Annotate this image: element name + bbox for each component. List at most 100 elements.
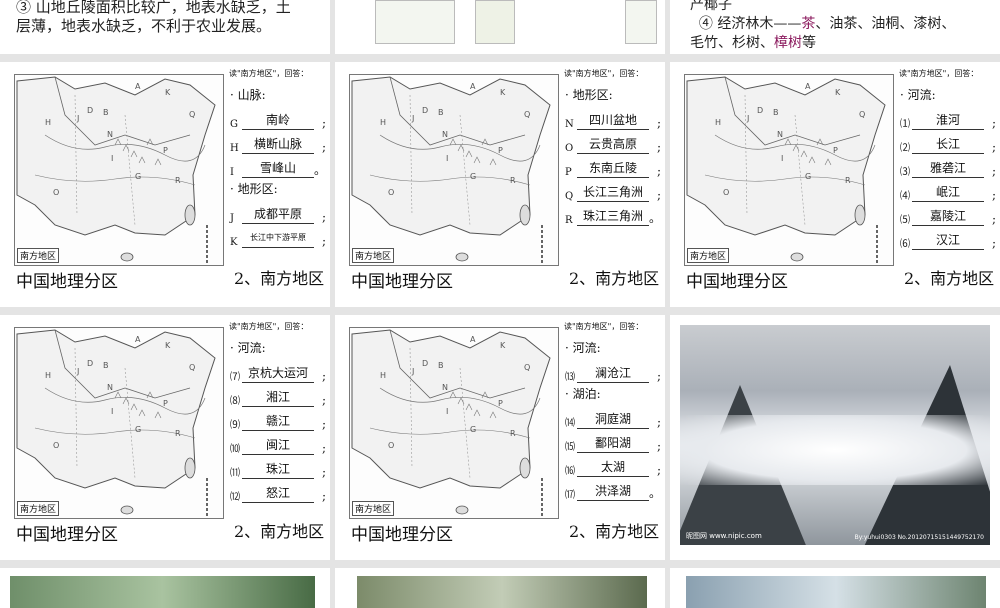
answer-value: 珠江三角洲: [577, 207, 649, 226]
answer-row: ⑴ 淮河 ;: [900, 106, 996, 130]
slide-subtitle: 2、南方地区: [904, 269, 995, 288]
slide-thumbnail[interactable]: 产椰子 ④ 经济林木——茶、油茶、油桐、漆树、 毛竹、杉树、樟树等: [670, 0, 1000, 54]
answer-row: ⒃ 太湖 ;: [565, 453, 661, 477]
answer-value: 淮河: [912, 111, 984, 130]
map-fragment-image: [475, 0, 515, 44]
answer-punct: ;: [656, 439, 661, 453]
svg-text:J: J: [411, 114, 414, 123]
answer-value: 洪泽湖: [577, 482, 649, 501]
question-heading: 读"南方地区"，回答：: [564, 69, 644, 78]
answer-punct: ;: [321, 369, 326, 383]
svg-text:Q: Q: [189, 110, 195, 119]
answer-punct: ;: [991, 188, 996, 202]
map-fragment-image: [625, 0, 657, 44]
svg-text:A: A: [135, 335, 141, 344]
svg-text:K: K: [500, 88, 506, 97]
answer-value: 东南丘陵: [577, 159, 649, 178]
answer-value: 云贵高原: [577, 135, 649, 154]
answer-key: Q: [565, 191, 574, 202]
answer-row: P 东南丘陵 ;: [565, 154, 661, 178]
answer-row: I 雪峰山 。: [230, 154, 326, 178]
svg-text:D: D: [422, 106, 428, 115]
svg-text:K: K: [500, 341, 506, 350]
answer-row: ⑸ 嘉陵江 ;: [900, 202, 996, 226]
slide-thumbnail[interactable]: [670, 568, 1000, 608]
answer-punct: 。: [649, 211, 662, 225]
svg-text:G: G: [470, 425, 476, 434]
section-title: · 湖泊:: [565, 387, 601, 401]
svg-text:H: H: [45, 371, 51, 380]
slide-thumbnail[interactable]: 昵图网 www.nipic.com By:yuhui0303 No.201207…: [670, 315, 1000, 560]
answer-punct: ;: [321, 116, 326, 130]
svg-text:K: K: [165, 341, 171, 350]
landscape-photo: [357, 576, 647, 608]
answer-punct: ;: [321, 210, 326, 224]
svg-text:A: A: [805, 82, 811, 91]
answer-value: 南岭: [242, 111, 314, 130]
south-china-map: A K D J B N I P Q G O R H 南方地区: [684, 74, 894, 266]
svg-text:R: R: [175, 429, 181, 438]
svg-text:J: J: [411, 367, 414, 376]
answer-key: ⑽: [230, 444, 240, 455]
section-title: · 地形区:: [230, 182, 278, 196]
answer-punct: ;: [656, 140, 661, 154]
answer-key: J: [230, 213, 235, 224]
map-label: 南方地区: [17, 248, 60, 263]
slide-thumbnail[interactable]: A K D J B N I P Q G O R H 南方地区 读"南方地区"，回答： · 河流: ⑴…: [670, 62, 1000, 307]
south-china-map: A K D J B N I P Q G O R H 南方地区: [14, 327, 224, 519]
slide-thumbnail[interactable]: A K D J B N I P Q G O R H 南方地区 读"南方地区"，回答： · 河流: ⒀…: [335, 315, 665, 560]
svg-text:J: J: [76, 114, 79, 123]
svg-text:N: N: [777, 130, 783, 139]
svg-text:I: I: [111, 407, 113, 416]
slide-subtitle: 2、南方地区: [569, 269, 660, 288]
answer-row: ⑶ 雅砻江 ;: [900, 154, 996, 178]
map-label: 南方地区: [352, 501, 395, 516]
slide-thumbnail[interactable]: [335, 0, 665, 54]
answer-key: ⑺: [230, 372, 240, 383]
answer-row: ⑹ 汉江 ;: [900, 226, 996, 250]
slide-thumbnail[interactable]: A K D J B N I P Q G O R H 南方地区 读"南方地区"，回答： · 河流: ⑺…: [0, 315, 330, 560]
slide-thumbnail[interactable]: ③ 山地丘陵面积比较广，地表水缺乏，土 层薄，地表水缺乏，不利于农业发展。: [0, 0, 330, 54]
slide-thumbnail[interactable]: A K D J B N I P Q G O R H 南方地区 读"南方地区"，回答： · 山脉: G…: [0, 62, 330, 307]
svg-text:O: O: [53, 441, 59, 450]
answer-value: 横断山脉: [242, 135, 314, 154]
svg-text:P: P: [163, 146, 168, 155]
answer-key: ⑻: [230, 396, 240, 407]
svg-text:O: O: [388, 441, 394, 450]
slide-thumbnail[interactable]: [335, 568, 665, 608]
svg-text:I: I: [781, 154, 783, 163]
slide-caption: 中国地理分区: [16, 525, 118, 545]
svg-text:R: R: [175, 176, 181, 185]
map-label: 南方地区: [687, 248, 730, 263]
svg-text:G: G: [135, 172, 141, 181]
slide-thumbnail[interactable]: A K D J B N I P Q G O R H 南方地区 读"南方地区"，回答： · 地形区: …: [335, 62, 665, 307]
slide-caption: 中国地理分区: [16, 272, 118, 292]
legend-image: [375, 0, 455, 44]
answer-row: ⒄ 洪泽湖 。: [565, 477, 661, 501]
answer-key: N: [565, 119, 574, 130]
answer-punct: ;: [991, 164, 996, 178]
south-china-map: A K D J B N I P Q G O R H 南方地区: [349, 74, 559, 266]
answer-value: 珠江: [242, 460, 314, 479]
slide-text: 产椰子 ④ 经济林木——茶、油茶、油桐、漆树、 毛竹、杉树、樟树等: [690, 0, 956, 51]
answer-list: · 地形区: N 四川盆地 ; O 云贵高原 ; P 东南丘陵 ; Q 长江三角…: [565, 84, 661, 226]
svg-text:G: G: [805, 172, 811, 181]
svg-text:A: A: [470, 82, 476, 91]
answer-row: ⒂ 鄱阳湖 ;: [565, 429, 661, 453]
answer-list: · 河流: ⒀ 澜沧江 ; · 湖泊: ⒁ 洞庭湖 ; ⒂ 鄱阳湖 ; ⒃ 太湖…: [565, 337, 661, 501]
svg-text:B: B: [438, 361, 444, 370]
answer-row: K 长江中下游平原 ;: [230, 224, 326, 248]
svg-text:B: B: [103, 361, 109, 370]
section-title: · 河流:: [900, 88, 936, 102]
svg-text:B: B: [773, 108, 779, 117]
answer-row: ⑿ 怒江 ;: [230, 479, 326, 503]
svg-text:D: D: [87, 106, 93, 115]
question-heading: 读"南方地区"，回答：: [229, 322, 309, 331]
map-label: 南方地区: [352, 248, 395, 263]
slide-thumbnail[interactable]: [0, 568, 330, 608]
svg-text:R: R: [510, 429, 516, 438]
answer-row: J 成都平原 ;: [230, 200, 326, 224]
answer-punct: ;: [656, 188, 661, 202]
svg-text:O: O: [53, 188, 59, 197]
answer-punct: 。: [314, 163, 327, 177]
